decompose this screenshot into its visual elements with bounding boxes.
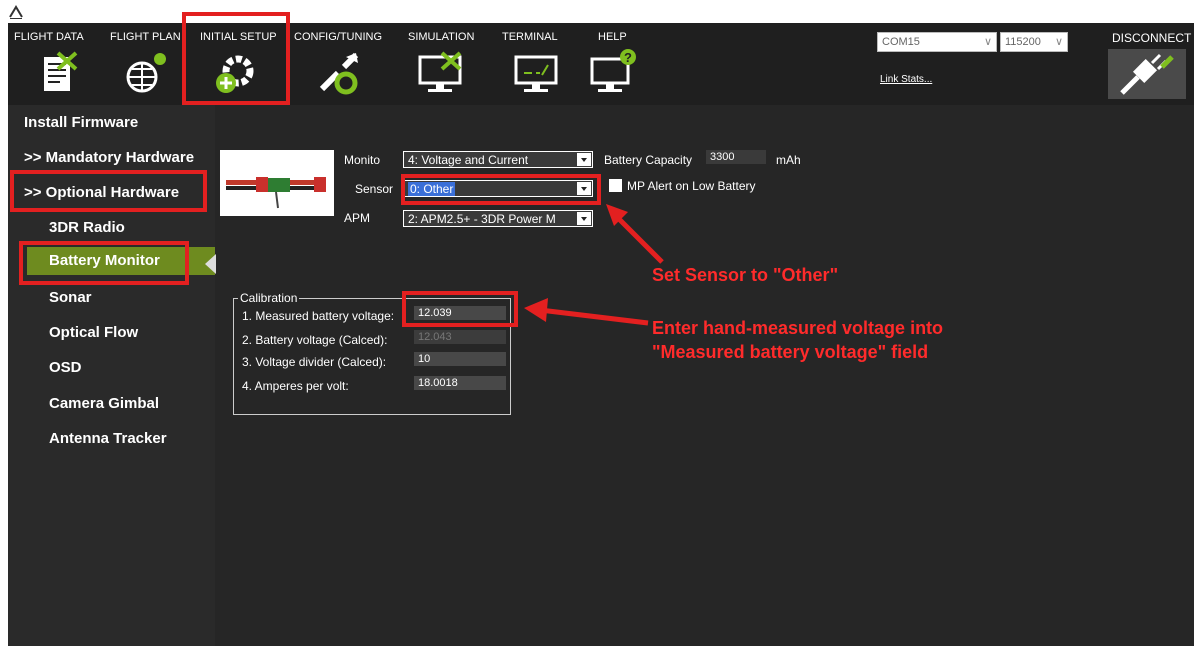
voltage-annotation-line1: Enter hand-measured voltage into [652,318,944,338]
sensor-annotation: Set Sensor to "Other" [652,265,839,285]
voltage-annotation-line2: "Measured battery voltage" field [652,342,929,362]
arrow-to-sensor [606,204,664,264]
annotation-arrows [524,204,664,326]
arrow-to-voltage [524,298,649,326]
